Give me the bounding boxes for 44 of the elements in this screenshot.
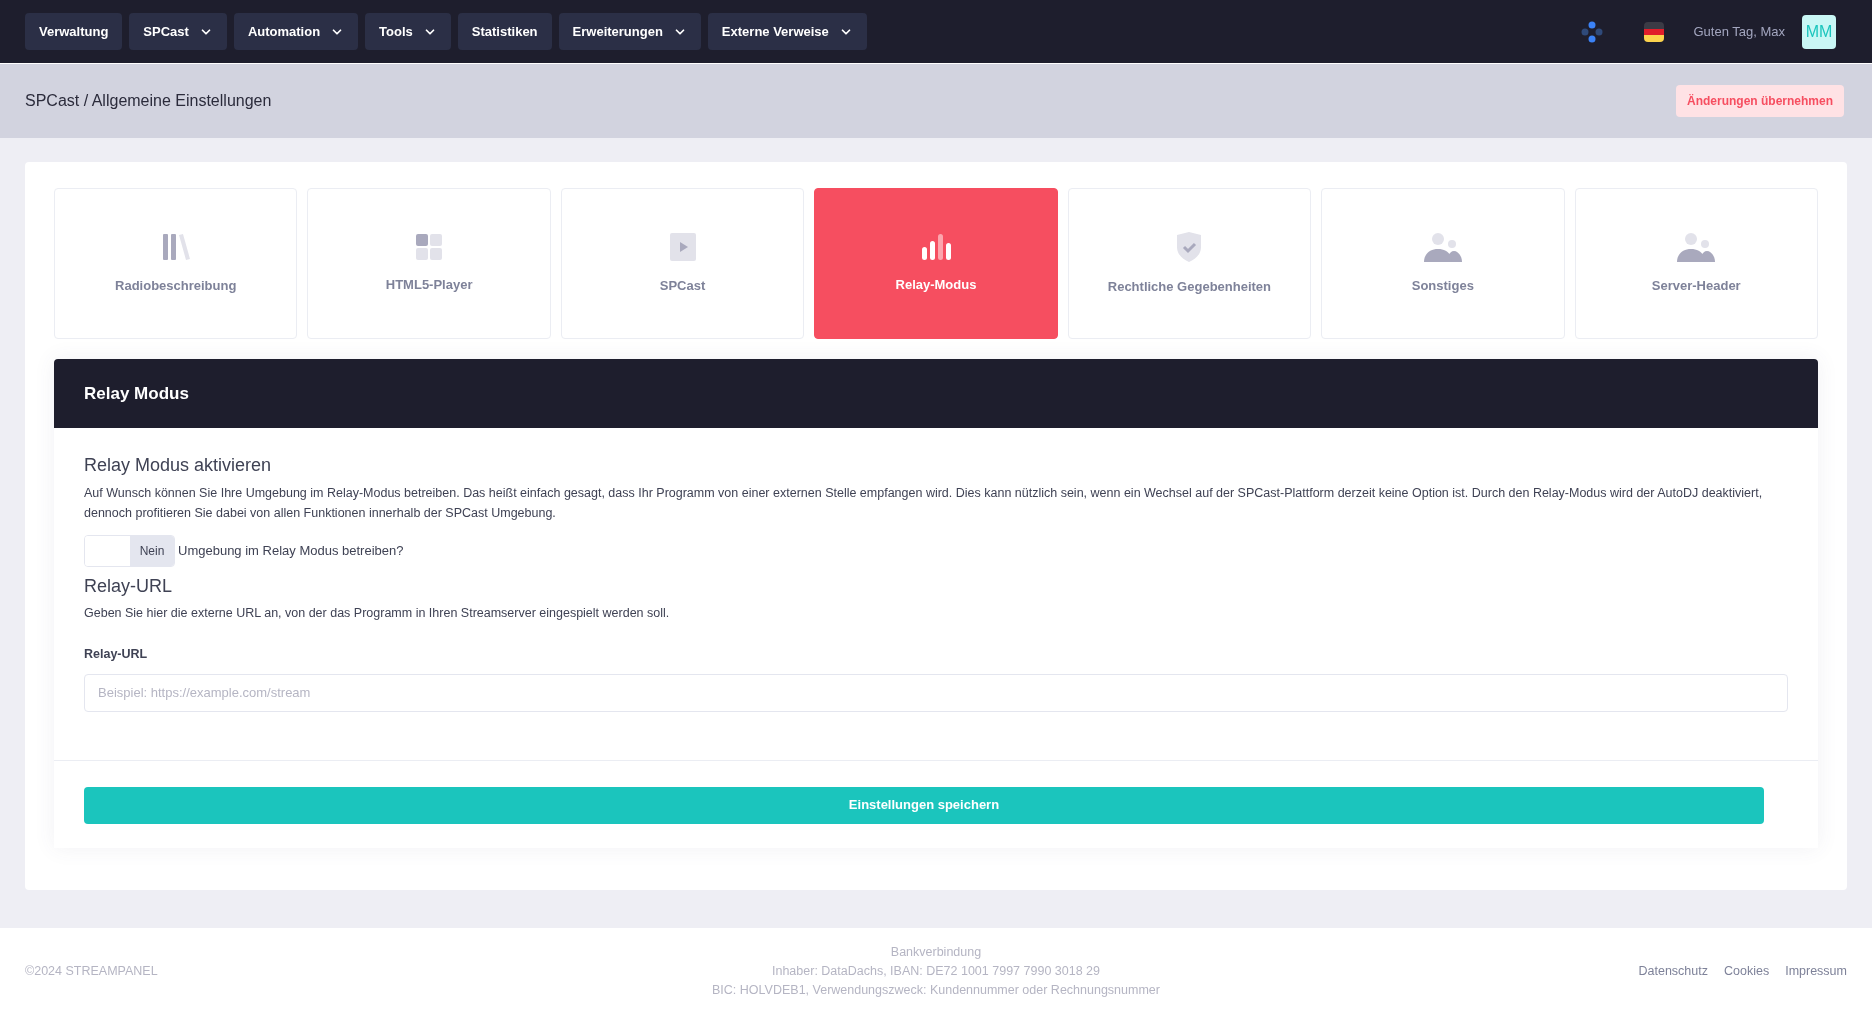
nav-menu-button[interactable]: SPCast [129, 13, 227, 50]
bank-info-text: Inhaber: DataDachs, IBAN: DE72 1001 7997 7990 3018 29 [772, 962, 1100, 980]
nav-menu-button[interactable]: Tools [365, 13, 451, 50]
bar-chart-icon [919, 232, 952, 261]
shield-check-icon [1175, 230, 1204, 263]
footer-link[interactable]: Cookies [1724, 961, 1770, 981]
bank-info-text: Bankverbindung [890, 943, 982, 961]
section-description: Geben Sie hier die externe URL an, von der das Programm in Ihren Streamserver eingespielt werden soll. [84, 605, 671, 622]
film-icon [668, 231, 697, 262]
toggle-label: Umgebung im Relay Modus betreiben? [178, 542, 404, 561]
field-label: Relay-URL [84, 645, 149, 663]
settings-tile[interactable]: Sonstiges [1321, 188, 1565, 339]
settings-tile[interactable]: Radiobeschreibung [54, 188, 298, 339]
books-icon [160, 231, 191, 262]
grid-icon [415, 232, 444, 261]
settings-tile[interactable]: Relay-Modus [814, 188, 1058, 339]
german-flag-icon[interactable] [1644, 21, 1665, 42]
greeting-text: Guten Tag, Max [1693, 22, 1785, 41]
apply-changes-button[interactable]: Änderungen übernehmen [1676, 85, 1844, 117]
settings-tile[interactable]: Server-Header [1574, 188, 1818, 339]
save-settings-button[interactable]: Einstellungen speichern [84, 786, 1764, 824]
section-heading: Relay Modus aktivieren [84, 454, 273, 477]
settings-tile[interactable]: HTML5-Player [307, 188, 551, 339]
nav-menu-button[interactable]: Externe Verweise [707, 13, 867, 50]
settings-tile[interactable]: Rechtliche Gegebenheiten [1067, 188, 1312, 339]
nav-menu-button[interactable]: Statistiken [457, 13, 552, 50]
panel-title: Relay Modus [84, 382, 189, 405]
footer-link[interactable]: Impressum [1785, 961, 1847, 981]
toggle-state-label: Nein [130, 536, 174, 566]
relay-url-input[interactable]: Beispiel: https://example.com/stream [84, 673, 1788, 712]
copyright-text: ©2024 STREAMPANEL [25, 962, 159, 980]
nav-menu-button[interactable]: Erweiterungen [558, 13, 701, 50]
nav-menu-button[interactable]: Automation [233, 13, 359, 50]
users-icon [1422, 231, 1463, 262]
users-icon [1676, 231, 1717, 262]
bank-info-text: BIC: HOLVDEB1, Verwendungszweck: Kundennummer oder Rechnungsnummer [712, 981, 1160, 999]
footer-link[interactable]: Datenschutz [1638, 961, 1708, 981]
settings-tile[interactable]: SPCast [560, 188, 805, 339]
relay-toggle[interactable]: Nein [84, 535, 175, 567]
breadcrumb: SPCast / Allgemeine Einstellungen [25, 91, 272, 111]
apps-icon[interactable] [1581, 20, 1604, 43]
nav-menu-button[interactable]: Verwaltung [25, 13, 123, 50]
section-description: Auf Wunsch können Sie Ihre Umgebung im Relay-Modus betreiben. Das heißt einfach gesagt, dass Ihr Programm von einer externen Stelle empfangen wird. Dies kann nützlich sein, wenn ein Wechsel auf der SPCast-Plattform derzeit keine Option ist. Durch den Relay-Modus wird der AutoDJ deaktiviert, dennoch profitieren Sie dabei von allen Funktionen innerhalb der SPCast Umgebung. [84, 485, 1764, 522]
section-heading: Relay-URL [84, 575, 174, 598]
